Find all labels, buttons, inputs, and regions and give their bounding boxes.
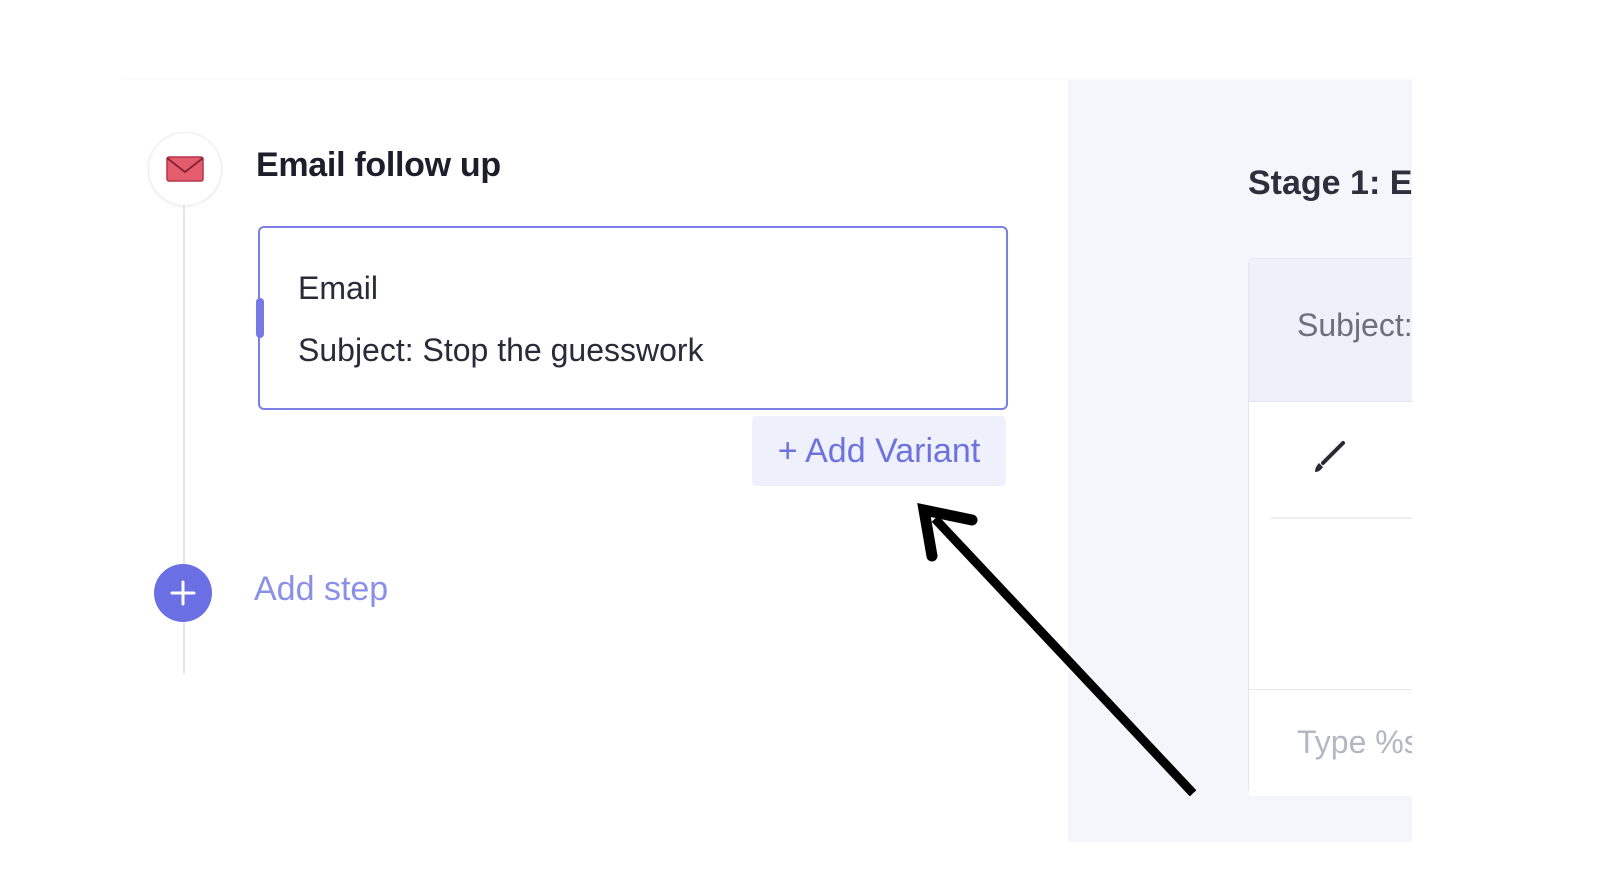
message-input[interactable] (1295, 718, 1412, 766)
plus-icon (170, 580, 196, 606)
app-frame: Email follow up Email Subject: Stop the … (124, 80, 1412, 842)
add-step-link[interactable]: Add step (254, 570, 388, 609)
envelope-icon (166, 156, 204, 182)
editor-toolbar (1271, 401, 1412, 519)
add-step-button[interactable] (154, 564, 212, 622)
add-variant-button[interactable]: + Add Variant (752, 416, 1006, 486)
drag-handle[interactable] (256, 298, 264, 338)
step-icon-container (148, 132, 222, 206)
insert-plus-icon[interactable] (1411, 439, 1412, 473)
stage-editor-pane: Stage 1: Em Subject: (1068, 80, 1412, 842)
email-type-label: Email (298, 270, 379, 306)
subject-label: Subject: (1297, 307, 1412, 343)
editor-footer (1249, 689, 1412, 796)
subject-row[interactable]: Subject: (1249, 259, 1412, 402)
step-title: Email follow up (256, 146, 501, 184)
brush-icon[interactable] (1309, 437, 1349, 477)
stage-title: Stage 1: Em (1248, 164, 1412, 202)
email-editor-card: Subject: (1248, 258, 1412, 796)
email-subject-text: Subject: Stop the guesswork (298, 332, 704, 368)
email-step-card[interactable]: Email Subject: Stop the guesswork (256, 226, 1008, 410)
sequence-steps-pane: Email follow up Email Subject: Stop the … (124, 80, 1068, 842)
